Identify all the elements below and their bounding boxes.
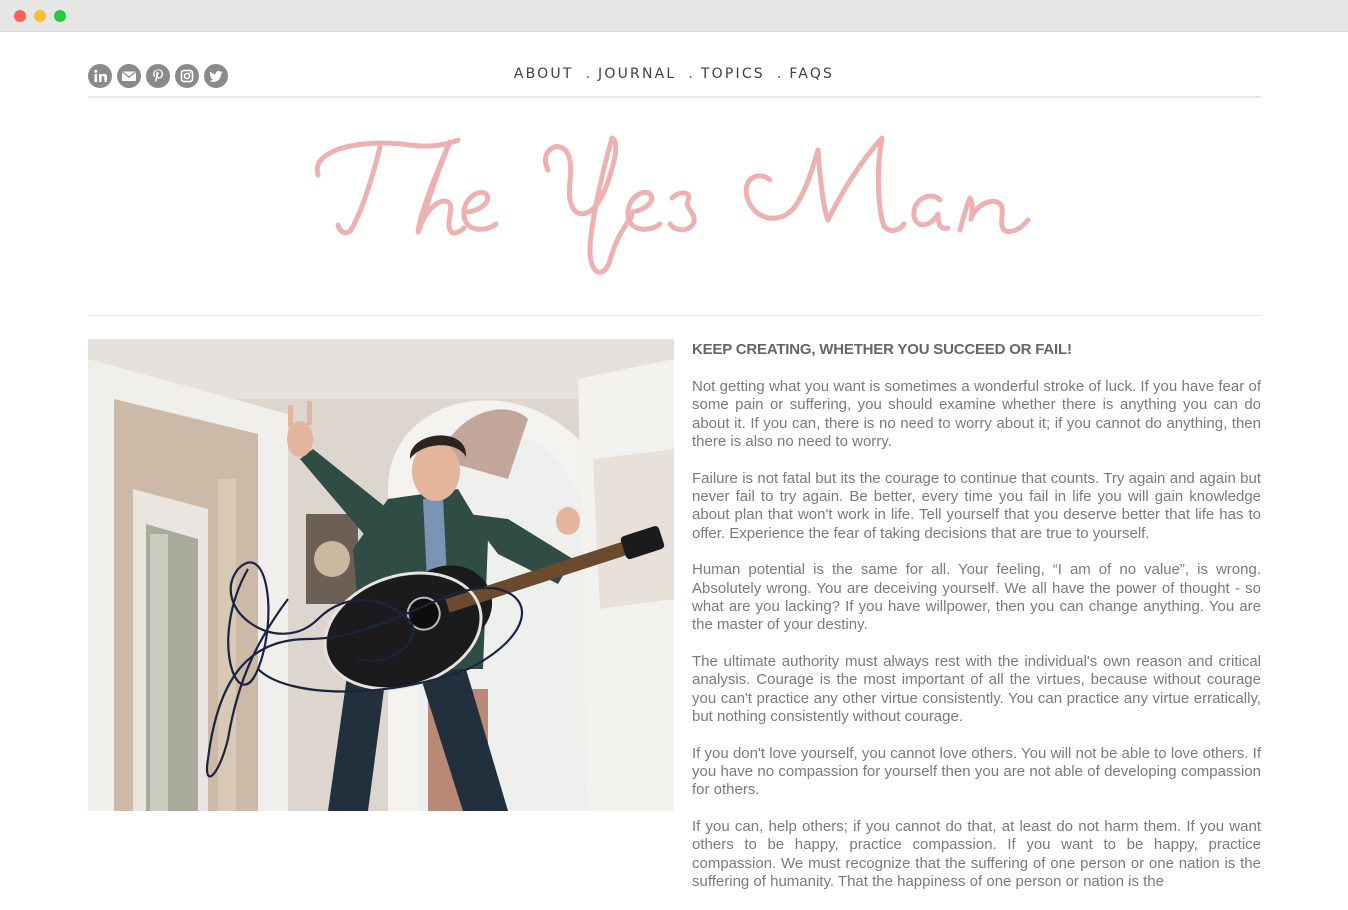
close-window-button[interactable]	[14, 10, 26, 22]
minimize-window-button[interactable]	[34, 10, 46, 22]
article: KEEP CREATING, WHETHER YOU SUCCEED OR FA…	[692, 340, 1261, 910]
article-paragraph: If you can, help others; if you cannot d…	[692, 818, 1261, 891]
nav-separator: .	[688, 66, 693, 82]
header-divider	[88, 96, 1261, 98]
hero-photo	[88, 339, 674, 811]
article-paragraph: The ultimate authority must always rest …	[692, 653, 1261, 725]
article-paragraph: Failure is not fatal but its the courage…	[692, 469, 1261, 542]
nav-separator: .	[585, 66, 591, 82]
zoom-window-button[interactable]	[54, 10, 66, 22]
nav-item-about[interactable]: ABOUT	[514, 66, 574, 82]
main-nav: ABOUT. JOURNAL. TOPICS. FAQS	[0, 66, 1348, 82]
nav-separator: .	[776, 66, 782, 82]
site-logo[interactable]	[300, 120, 1050, 295]
nav-item-topics[interactable]: TOPICS	[701, 66, 765, 82]
article-paragraph: Human potential is the same for all. You…	[692, 561, 1261, 634]
article-title: KEEP CREATING, WHETHER YOU SUCCEED OR FA…	[692, 341, 1072, 358]
window-titlebar	[0, 0, 1348, 32]
article-paragraph: If you don't love yourself, you cannot l…	[692, 744, 1261, 799]
header-bottom-divider	[88, 315, 1261, 316]
nav-item-journal[interactable]: JOURNAL	[598, 66, 676, 82]
nav-item-faqs[interactable]: FAQS	[789, 66, 834, 82]
article-paragraph: Not getting what you want is sometimes a…	[692, 378, 1261, 450]
